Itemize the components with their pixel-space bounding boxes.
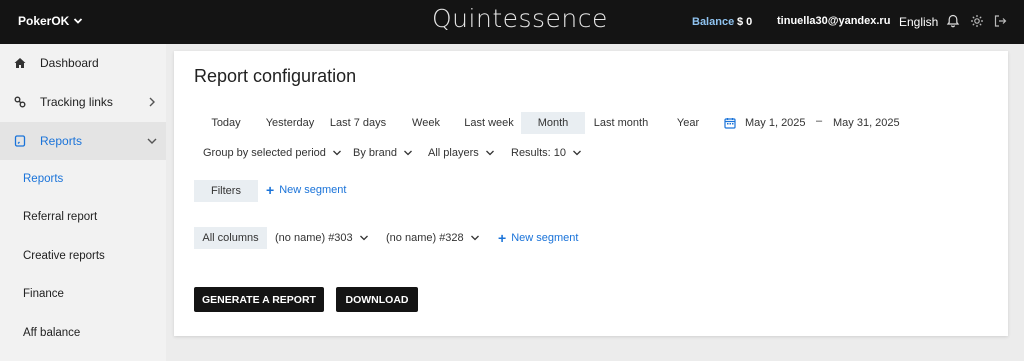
brand-dropdown[interactable]: By brand	[353, 147, 413, 159]
sidebar-subitem-label: Finance	[23, 288, 64, 300]
dropdown-label: (no name) #328	[386, 232, 464, 244]
plus-icon: +	[266, 181, 275, 198]
all-columns-button[interactable]: All columns	[194, 227, 267, 249]
bell-icon[interactable]	[945, 13, 961, 29]
sidebar-subitem-label: Reports	[23, 173, 64, 185]
report-configuration-card: Report configuration Today Yesterday Las…	[174, 51, 1008, 336]
players-dropdown[interactable]: All players	[428, 147, 495, 159]
date-separator: –	[816, 115, 823, 127]
column-preset-303-dropdown[interactable]: (no name) #303	[275, 232, 369, 244]
sidebar-item-label: Dashboard	[40, 56, 99, 70]
date-to[interactable]: May 31, 2025	[833, 117, 900, 129]
sidebar-subitem-referral-report[interactable]: Referral report	[0, 198, 166, 236]
period-month[interactable]: Month	[521, 112, 585, 134]
chevron-down-icon	[573, 150, 581, 156]
group-by-dropdown[interactable]: Group by selected period	[203, 147, 342, 159]
app-logo[interactable]: Quintessence	[432, 4, 608, 33]
balance-label: Balance	[692, 16, 735, 28]
sidebar-subitem-finance[interactable]: Finance	[0, 275, 166, 313]
filters-button[interactable]: Filters	[194, 180, 258, 202]
report-icon	[13, 134, 26, 147]
user-email[interactable]: tinuella30@yandex.ru	[777, 15, 890, 27]
results-dropdown[interactable]: Results: 10	[511, 147, 582, 159]
column-preset-328-dropdown[interactable]: (no name) #328	[386, 232, 480, 244]
plus-icon: +	[498, 229, 507, 246]
chevron-down-icon	[147, 138, 157, 144]
top-bar: PokerOK Quintessence Balance $ 0 tinuell…	[0, 0, 1024, 44]
sidebar-subitem-label: Creative reports	[23, 250, 105, 262]
generate-report-button[interactable]: GENERATE A REPORT	[194, 287, 324, 312]
sidebar-subitem-reports[interactable]: Reports	[0, 160, 166, 198]
chevron-down-icon	[470, 235, 479, 241]
sidebar-item-reports[interactable]: Reports	[0, 122, 166, 160]
gear-icon[interactable]	[969, 13, 985, 29]
sidebar-item-tracking-links[interactable]: Tracking links	[0, 83, 166, 121]
period-week[interactable]: Week	[402, 112, 450, 134]
date-from[interactable]: May 1, 2025	[745, 117, 806, 129]
dropdown-label: All players	[428, 147, 479, 159]
sidebar-item-dashboard[interactable]: Dashboard	[0, 44, 166, 82]
link-icon	[13, 95, 26, 108]
chevron-down-icon	[485, 150, 494, 156]
brand-label: PokerOK	[18, 14, 70, 28]
download-button[interactable]: DOWNLOAD	[336, 287, 418, 312]
sidebar-subitem-label: Aff balance	[23, 327, 81, 339]
period-last-month[interactable]: Last month	[590, 112, 652, 134]
chevron-down-icon	[74, 18, 83, 24]
period-year[interactable]: Year	[668, 112, 708, 134]
period-yesterday[interactable]: Yesterday	[262, 112, 318, 134]
sidebar-subitem-label: Referral report	[23, 211, 98, 223]
page-title: Report configuration	[194, 66, 357, 86]
chevron-down-icon	[359, 235, 368, 241]
period-last-7-days[interactable]: Last 7 days	[326, 112, 390, 134]
dropdown-label: Results: 10	[511, 147, 567, 159]
sidebar-subitem-aff-balance[interactable]: Aff balance	[0, 314, 166, 352]
new-segment-filters-link[interactable]: + New segment	[266, 181, 347, 198]
chevron-down-icon	[404, 150, 412, 156]
new-segment-columns-link[interactable]: + New segment	[498, 229, 579, 246]
chevron-down-icon	[332, 150, 341, 156]
dropdown-label: (no name) #303	[275, 232, 353, 244]
sidebar: Dashboard Tracking links Reports Reports…	[0, 44, 166, 361]
language-selector[interactable]: English	[899, 15, 938, 29]
chevron-right-icon	[149, 97, 155, 107]
sidebar-item-label: Tracking links	[40, 95, 113, 109]
period-today[interactable]: Today	[198, 112, 254, 134]
dropdown-label: Group by selected period	[203, 147, 326, 159]
home-icon	[13, 56, 26, 69]
calendar-icon[interactable]	[724, 117, 736, 129]
brand-selector[interactable]: PokerOK	[18, 14, 83, 28]
logout-icon[interactable]	[992, 13, 1008, 29]
new-segment-label: New segment	[511, 232, 579, 244]
sidebar-item-label: Reports	[40, 134, 83, 148]
balance-value: $ 0	[737, 16, 753, 28]
new-segment-label: New segment	[279, 184, 347, 196]
period-last-week[interactable]: Last week	[460, 112, 518, 134]
dropdown-label: By brand	[353, 147, 398, 159]
sidebar-subitem-creative-reports[interactable]: Creative reports	[0, 237, 166, 275]
